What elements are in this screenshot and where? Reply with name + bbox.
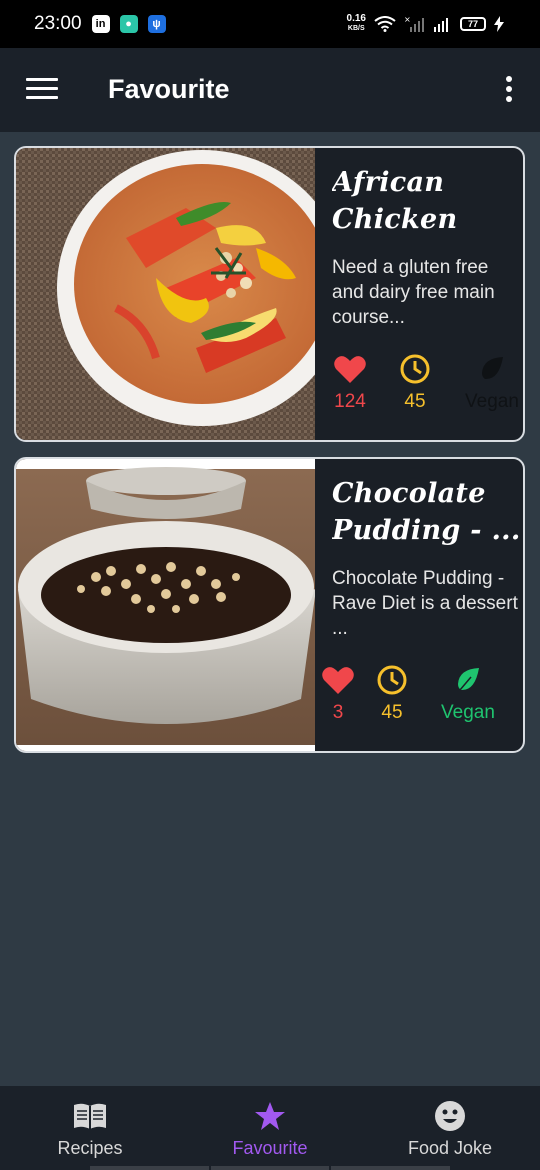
recipe-photo-pudding [16, 459, 315, 751]
clock-icon [400, 354, 430, 384]
recipe-image [16, 459, 315, 751]
vegan-label: Vegan [465, 391, 519, 412]
status-left: 23:00 in ● ψ [34, 13, 166, 35]
status-right: 0.16 KB/S × 77 [347, 14, 504, 34]
recipe-image [16, 148, 315, 440]
page-title: Favourite [108, 74, 230, 104]
linkedin-icon: in [91, 15, 110, 33]
more-vert-icon[interactable] [506, 76, 514, 104]
recipe-description: Chocolate Pudding - Rave Diet is a desse… [332, 568, 518, 639]
recipe-stats: 3 45 Vegan [315, 664, 523, 734]
vegan-stat: Vegan [433, 664, 503, 724]
star-icon [255, 1102, 285, 1130]
smiley-icon [435, 1101, 465, 1131]
minutes-count: 45 [404, 391, 426, 412]
heart-icon [322, 667, 354, 694]
vegan-stat: Vegan [457, 353, 523, 413]
recipe-stats: 124 45 Vegan [315, 353, 523, 423]
signal-2-icon [434, 18, 448, 32]
likes-count: 124 [334, 391, 366, 412]
recipe-title: Chocolate Pudding - ... [332, 478, 521, 546]
nav-label-recipes: Recipes [57, 1138, 123, 1158]
nav-item-food-joke[interactable]: Food Joke [360, 1086, 540, 1170]
bottom-navigation: Recipes Favourite Food Joke [0, 1086, 540, 1170]
nav-label-favourite: Favourite [232, 1138, 308, 1158]
gesture-bar [90, 1166, 451, 1170]
battery-icon: 77 [460, 17, 486, 31]
network-speed-unit: KB/S [347, 25, 365, 32]
status-time: 23:00 [34, 13, 82, 34]
svg-text:×: × [404, 16, 411, 24]
likes-stat: 124 [315, 353, 385, 413]
network-speed: 0.16 KB/S [347, 14, 366, 34]
time-stat: 45 [380, 353, 450, 413]
clock-icon [377, 665, 407, 695]
charging-icon [494, 16, 504, 32]
recipe-photo-curry [16, 148, 315, 440]
minutes-count: 45 [381, 702, 403, 723]
app-bar: Favourite [0, 48, 540, 132]
hamburger-menu-icon[interactable] [26, 78, 58, 102]
recipe-title: African Chicken Pe... [332, 167, 458, 235]
network-speed-value: 0.16 [346, 13, 366, 24]
recipe-card-body: African Chicken Pe... Need a gluten free… [315, 148, 523, 440]
usb-icon: ψ [147, 15, 166, 33]
book-icon [74, 1103, 106, 1129]
wifi-icon [374, 16, 396, 32]
signal-1-icon: × [404, 16, 424, 32]
nav-label-food-joke: Food Joke [407, 1138, 493, 1158]
recipe-card-body: Chocolate Pudding - ... Chocolate Puddin… [315, 459, 523, 751]
vegan-label: Vegan [441, 702, 495, 723]
nav-item-favourite[interactable]: Favourite [180, 1086, 360, 1170]
recipe-card[interactable]: Chocolate Pudding - ... Chocolate Puddin… [14, 457, 525, 753]
status-bar: 23:00 in ● ψ 0.16 KB/S × 77 [0, 0, 540, 48]
leaf-icon [458, 668, 479, 691]
chat-app-icon: ● [119, 15, 138, 33]
nav-item-recipes[interactable]: Recipes [0, 1086, 180, 1170]
time-stat: 45 [357, 664, 427, 724]
heart-icon [334, 356, 366, 383]
recipe-card[interactable]: African Chicken Pe... Need a gluten free… [14, 146, 525, 442]
recipe-description: Need a gluten free and dairy free main c… [332, 257, 495, 328]
leaf-icon [482, 357, 503, 380]
